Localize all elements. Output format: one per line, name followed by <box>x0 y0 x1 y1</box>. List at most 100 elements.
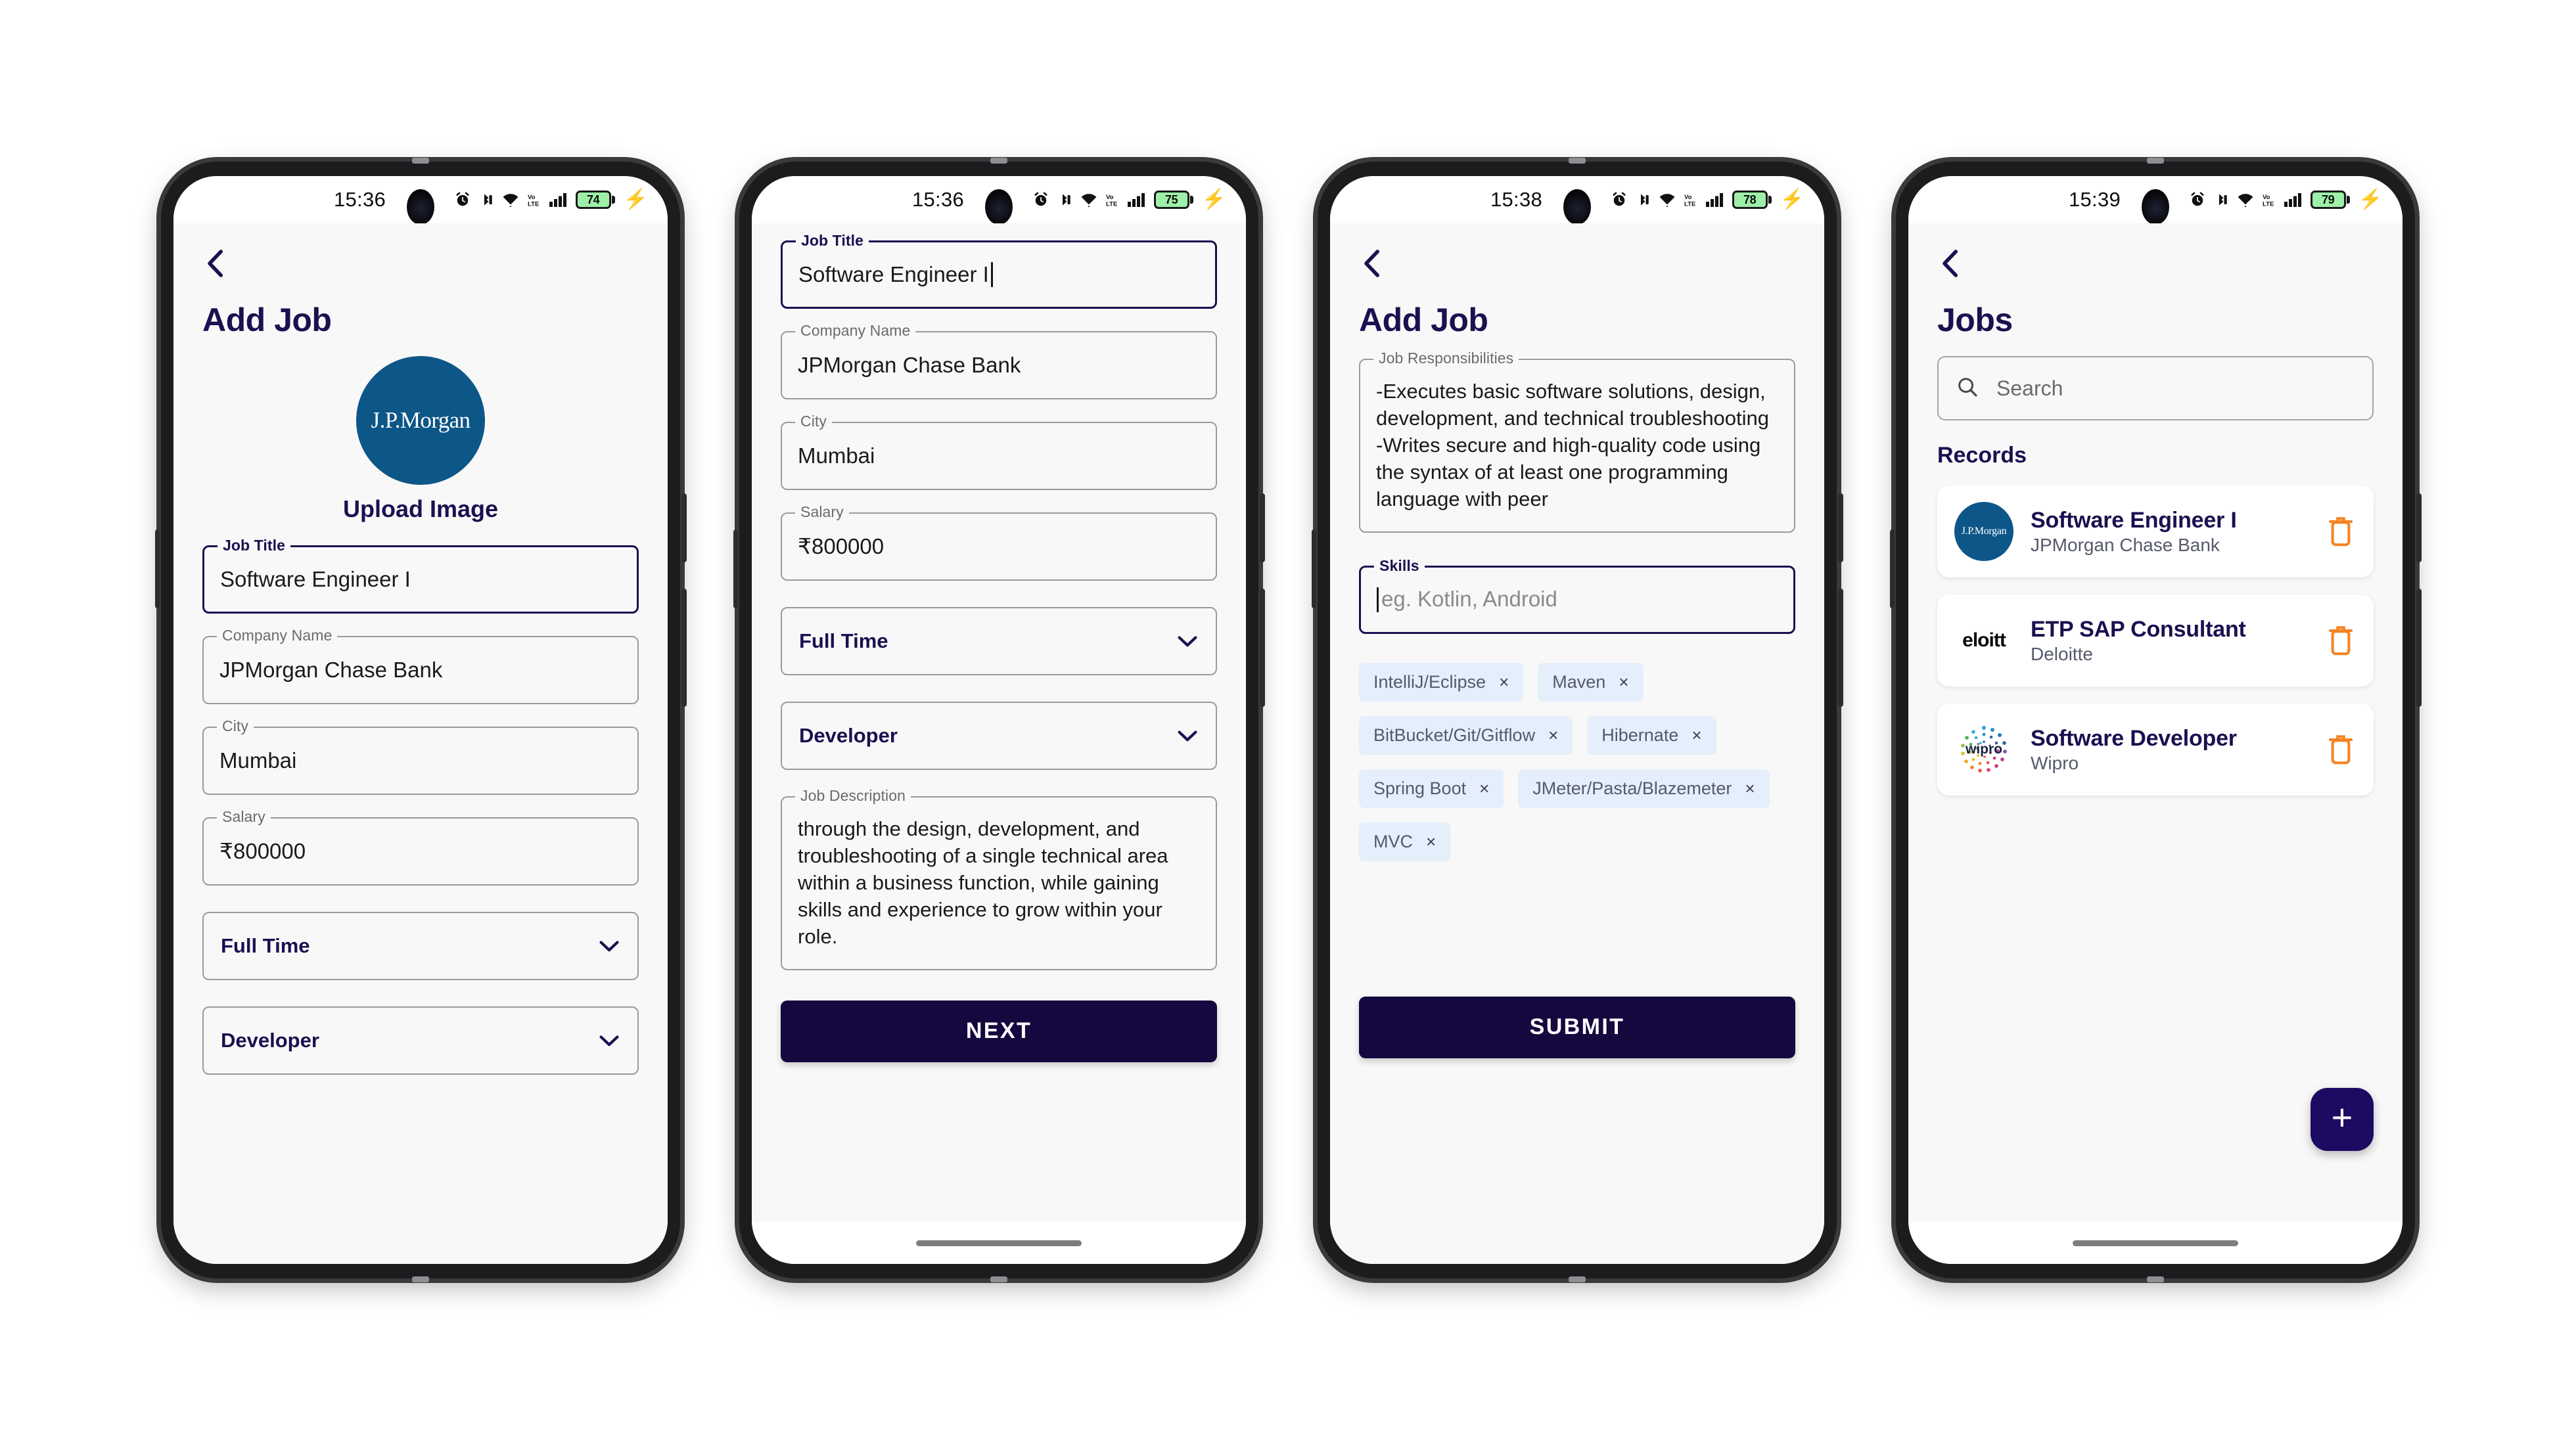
jpmorgan-logo: J.P.Morgan <box>1954 502 2013 561</box>
table-row[interactable]: eloitt ETP SAP Consultant Deloitte <box>1937 595 2374 686</box>
role-value: Developer <box>799 724 898 747</box>
signal-icon <box>1705 191 1725 208</box>
wifi-icon <box>1080 191 1098 208</box>
delete-icon[interactable] <box>2325 514 2357 549</box>
alarm-icon <box>2189 191 2206 208</box>
power-button[interactable] <box>2416 589 2422 707</box>
jpmorgan-logo-text: J.P.Morgan <box>1961 526 2007 537</box>
company-name-value: JPMorgan Chase Bank <box>798 352 1021 377</box>
table-row[interactable]: wipro Software Developer Wipro <box>1937 704 2374 796</box>
deloitte-logo-text: eloitt <box>1962 629 2006 651</box>
role-dropdown[interactable]: Developer <box>202 1006 639 1075</box>
close-icon[interactable]: × <box>1619 673 1628 690</box>
job-title-legend: Job Title <box>796 232 869 250</box>
company-name-field[interactable]: Company Name JPMorgan Chase Bank <box>202 627 639 704</box>
phone-antenna-line-top <box>412 158 429 164</box>
skill-chip[interactable]: IntelliJ/Eclipse × <box>1359 662 1524 702</box>
city-field[interactable]: City Mumbai <box>781 413 1217 490</box>
charging-bolt-icon: ⚡ <box>1201 189 1226 210</box>
close-icon[interactable]: × <box>1499 673 1509 690</box>
add-job-button[interactable]: + <box>2311 1088 2374 1151</box>
phone-antenna-line-top <box>2147 158 2164 164</box>
home-gesture-bar[interactable] <box>2073 1240 2238 1246</box>
volume-button[interactable] <box>681 493 687 562</box>
role-dropdown[interactable]: Developer <box>781 702 1217 770</box>
delete-icon[interactable] <box>2325 623 2357 658</box>
skill-chip[interactable]: JMeter/Pasta/Blazemeter × <box>1518 769 1770 808</box>
wifi-icon <box>2236 191 2255 208</box>
volume-button[interactable] <box>2416 493 2422 562</box>
wifi-icon <box>1658 191 1676 208</box>
close-icon[interactable]: × <box>1479 780 1489 797</box>
power-button[interactable] <box>1838 589 1843 707</box>
company-name-field[interactable]: Company Name JPMorgan Chase Bank <box>781 322 1217 399</box>
record-text: ETP SAP Consultant Deloitte <box>2031 617 2308 665</box>
svg-text:Vo: Vo <box>2263 194 2270 201</box>
phone-device-1: 15:36 Vo LTE 74 ⚡ Add Job J.P.Morgan Upl… <box>155 158 687 1282</box>
back-button[interactable] <box>1937 248 1967 279</box>
svg-text:LTE: LTE <box>528 201 540 208</box>
city-field[interactable]: City Mumbai <box>202 717 639 795</box>
skill-chip[interactable]: BitBucket/Git/Gitflow × <box>1359 715 1573 755</box>
page-title: Add Job <box>202 302 332 338</box>
status-bar: 15:39 Vo LTE 79 ⚡ <box>1908 176 2403 225</box>
flex-spacer <box>1359 861 1795 940</box>
job-title-legend: Job Title <box>218 537 291 554</box>
battery-level-text: 79 <box>2322 192 2335 206</box>
job-responsibilities-value: -Executes basic software solutions, desi… <box>1376 380 1770 510</box>
back-button[interactable] <box>202 248 233 279</box>
front-camera-punchhole <box>985 189 1013 225</box>
phone-screen-3: 15:38 Vo LTE 78 ⚡ Add Job Job Responsibi… <box>1330 176 1824 1264</box>
skill-chip[interactable]: Maven × <box>1538 662 1644 702</box>
back-button[interactable] <box>1359 248 1389 279</box>
bluetooth-icon <box>2213 191 2229 208</box>
skill-chip[interactable]: Hibernate × <box>1587 715 1716 755</box>
home-gesture-bar[interactable] <box>916 1240 1082 1246</box>
salary-field[interactable]: Salary ₹800000 <box>781 503 1217 581</box>
record-title: Software Developer <box>2031 725 2237 751</box>
submit-button[interactable]: SUBMIT <box>1359 996 1795 1058</box>
employment-type-value: Full Time <box>221 934 310 957</box>
close-icon[interactable]: × <box>1691 727 1701 744</box>
volume-button[interactable] <box>1838 493 1843 562</box>
phone-antenna-line-bottom <box>2147 1276 2164 1282</box>
power-button[interactable] <box>1260 589 1265 707</box>
job-title-field[interactable]: Job Title Software Engineer I <box>781 232 1217 309</box>
status-icons: Vo LTE 75 ⚡ <box>1032 176 1226 223</box>
salary-value: ₹800000 <box>219 838 306 863</box>
close-icon[interactable]: × <box>1426 833 1436 850</box>
skill-chip[interactable]: MVC × <box>1359 822 1451 861</box>
record-company: Deloitte <box>2031 643 2093 664</box>
phone-device-3: 15:38 Vo LTE 78 ⚡ Add Job Job Responsibi… <box>1312 158 1843 1282</box>
front-camera-punchhole <box>1563 189 1591 225</box>
job-description-field[interactable]: Job Description through the design, deve… <box>781 787 1217 970</box>
upload-image-area[interactable]: J.P.Morgan Upload Image <box>202 356 639 523</box>
battery-icon: 79 <box>2310 191 2350 209</box>
phone-antenna-line-bottom <box>412 1276 429 1282</box>
battery-level-text: 78 <box>1743 192 1757 206</box>
close-icon[interactable]: × <box>1745 780 1755 797</box>
salary-field[interactable]: Salary ₹800000 <box>202 808 639 886</box>
chevron-down-icon <box>1176 634 1199 648</box>
skill-chip[interactable]: Spring Boot × <box>1359 769 1504 808</box>
employment-type-dropdown[interactable]: Full Time <box>202 912 639 980</box>
status-icons: Vo LTE 79 ⚡ <box>2189 176 2383 223</box>
power-button[interactable] <box>681 589 687 707</box>
search-input[interactable]: Search <box>1937 356 2374 420</box>
employment-type-dropdown[interactable]: Full Time <box>781 607 1217 675</box>
volume-button[interactable] <box>1260 493 1265 562</box>
status-bar: 15:38 Vo LTE 78 ⚡ <box>1330 176 1824 225</box>
alarm-icon <box>1032 191 1049 208</box>
record-title: Software Engineer I <box>2031 507 2237 533</box>
next-button[interactable]: NEXT <box>781 1000 1217 1062</box>
skills-input[interactable]: Skills eg. Kotlin, Android <box>1359 556 1795 634</box>
table-row[interactable]: J.P.Morgan Software Engineer I JPMorgan … <box>1937 485 2374 577</box>
close-icon[interactable]: × <box>1548 727 1558 744</box>
front-camera-punchhole <box>2142 189 2169 225</box>
job-title-field[interactable]: Job Title Software Engineer I <box>202 537 639 614</box>
job-responsibilities-field[interactable]: Job Responsibilities -Executes basic sof… <box>1359 349 1795 533</box>
delete-icon[interactable] <box>2325 732 2357 767</box>
jpmorgan-logo[interactable]: J.P.Morgan <box>356 356 485 485</box>
salary-value: ₹800000 <box>798 533 885 558</box>
bluetooth-icon <box>1635 191 1651 208</box>
